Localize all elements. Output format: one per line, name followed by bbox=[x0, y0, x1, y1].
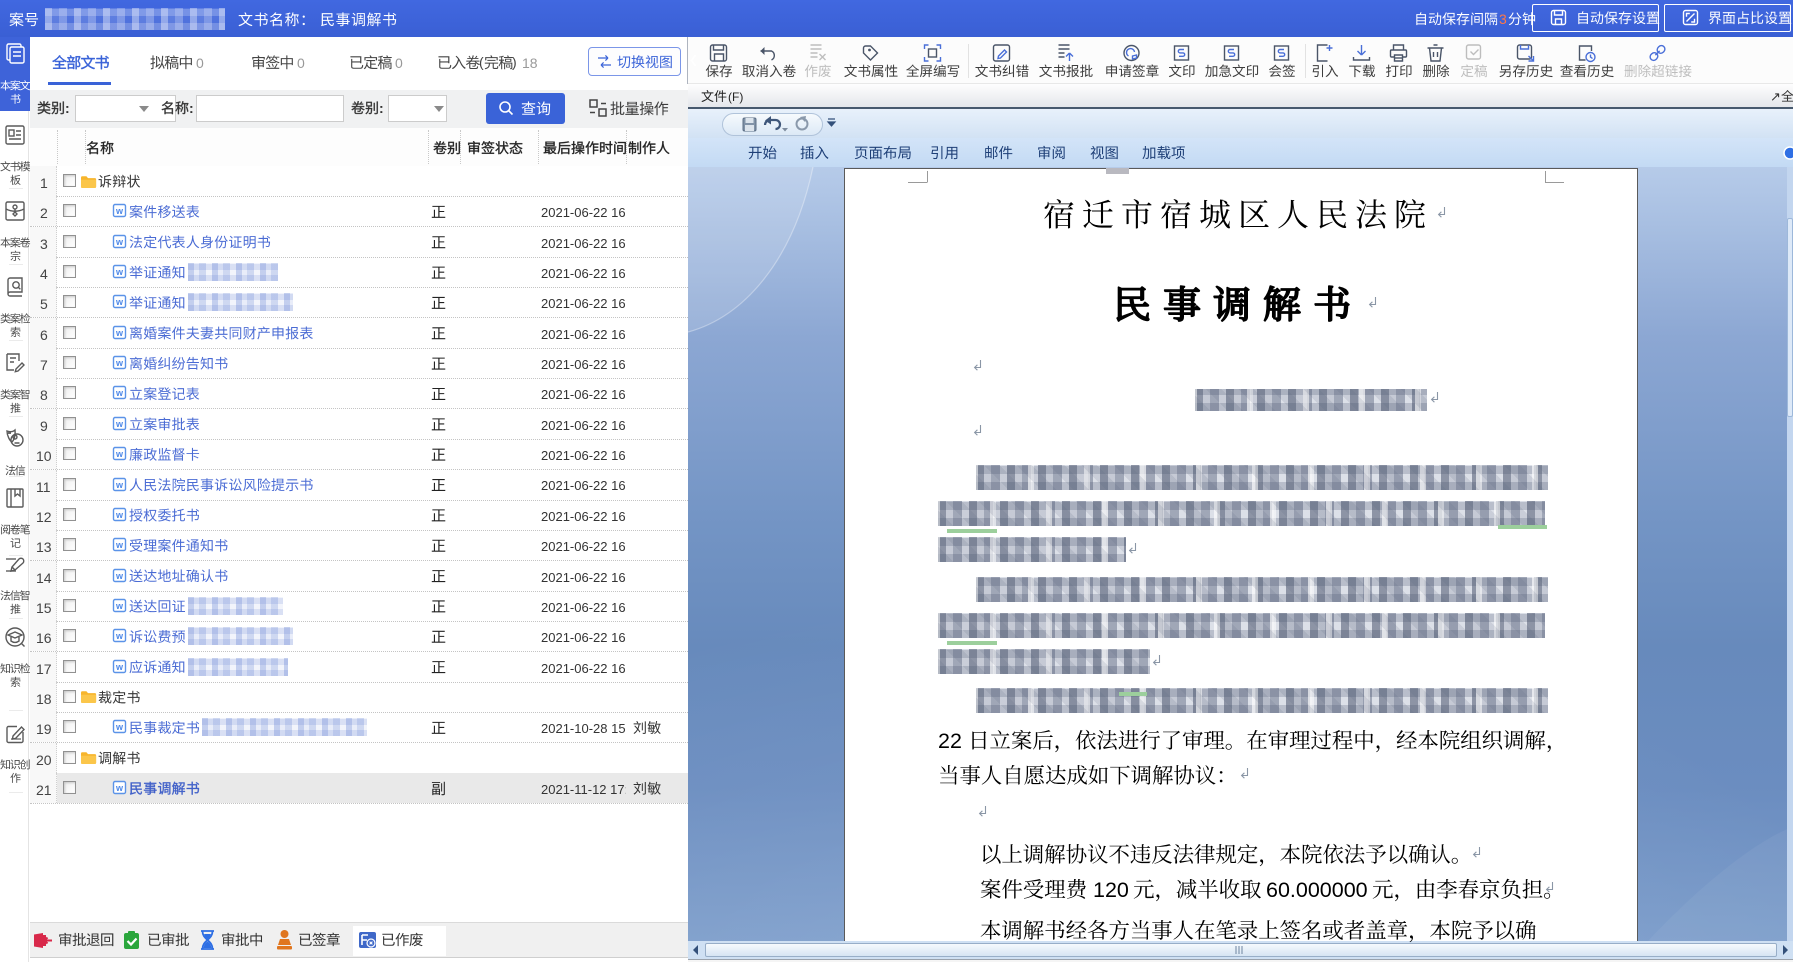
svg-text:w: w bbox=[115, 601, 124, 611]
svg-text:w: w bbox=[115, 480, 124, 490]
svg-text:w: w bbox=[115, 571, 124, 581]
svg-text:w: w bbox=[115, 388, 124, 398]
svg-text:w: w bbox=[115, 510, 124, 520]
svg-text:w: w bbox=[115, 419, 124, 429]
svg-text:w: w bbox=[115, 358, 124, 368]
svg-text:w: w bbox=[115, 631, 124, 641]
svg-text:w: w bbox=[115, 449, 124, 459]
svg-text:w: w bbox=[115, 328, 124, 338]
svg-text:w: w bbox=[115, 206, 124, 216]
svg-text:w: w bbox=[115, 237, 124, 247]
svg-text:w: w bbox=[115, 662, 124, 672]
svg-text:w: w bbox=[115, 540, 124, 550]
svg-text:w: w bbox=[115, 722, 124, 732]
svg-text:w: w bbox=[115, 267, 124, 277]
svg-text:w: w bbox=[115, 297, 124, 307]
